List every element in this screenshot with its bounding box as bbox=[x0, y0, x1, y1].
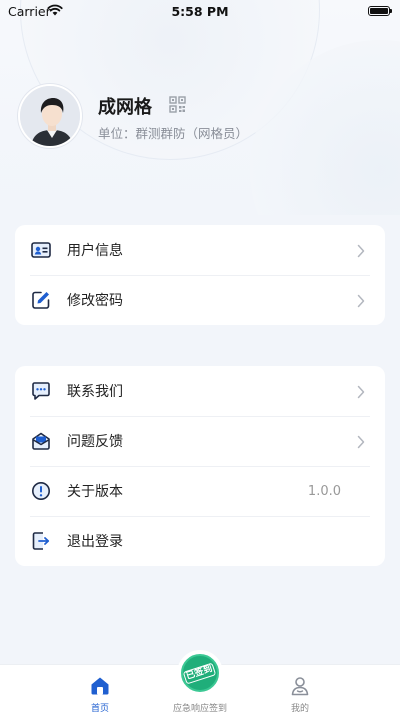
tab-mine[interactable]: 我的 bbox=[260, 665, 340, 712]
menu-item-label: 联系我们 bbox=[67, 384, 123, 400]
checkin-badge-text: 已签到 bbox=[183, 662, 217, 684]
menu-item-label: 修改密码 bbox=[67, 293, 123, 309]
menu-item-label: 关于版本 bbox=[67, 484, 123, 500]
avatar[interactable] bbox=[18, 84, 82, 148]
logout-icon bbox=[31, 531, 51, 551]
chevron-right-icon bbox=[357, 384, 365, 399]
info-icon bbox=[31, 481, 51, 501]
status-bar: Carrier 5:58 PM bbox=[0, 0, 400, 22]
mail-icon bbox=[31, 431, 51, 451]
chevron-right-icon bbox=[357, 434, 365, 449]
chat-icon bbox=[31, 381, 51, 401]
qr-code-icon[interactable] bbox=[169, 96, 186, 113]
version-value: 1.0.0 bbox=[307, 483, 341, 499]
tab-home[interactable]: 首页 bbox=[60, 665, 140, 712]
checked-in-stamp-button[interactable]: 已签到 bbox=[177, 650, 223, 696]
menu-item-change-password[interactable]: 修改密码 bbox=[15, 275, 385, 325]
profile-unit: 单位：群测群防（网格员） bbox=[98, 126, 249, 141]
battery-icon bbox=[368, 6, 392, 16]
account-menu-card: 用户信息 修改密码 bbox=[15, 225, 385, 325]
support-menu-card: 联系我们 问题反馈 关于版本 1.0.0 退出登录 bbox=[15, 366, 385, 566]
menu-item-logout[interactable]: 退出登录 bbox=[15, 516, 385, 566]
menu-item-about-version[interactable]: 关于版本 1.0.0 bbox=[15, 466, 385, 516]
menu-item-label: 问题反馈 bbox=[67, 434, 123, 450]
chevron-right-icon bbox=[357, 293, 365, 308]
menu-item-contact-us[interactable]: 联系我们 bbox=[15, 366, 385, 416]
tab-home-label: 首页 bbox=[90, 704, 109, 712]
clock: 5:58 PM bbox=[171, 4, 229, 19]
menu-item-label: 退出登录 bbox=[67, 534, 123, 550]
menu-item-user-info[interactable]: 用户信息 bbox=[15, 225, 385, 275]
menu-item-feedback[interactable]: 问题反馈 bbox=[15, 416, 385, 466]
tab-mine-label: 我的 bbox=[290, 704, 309, 712]
tab-checkin-label: 应急响应签到 bbox=[172, 704, 227, 712]
menu-item-label: 用户信息 bbox=[67, 243, 123, 259]
checked-in-stamp-icon: 已签到 bbox=[181, 654, 219, 692]
chevron-right-icon bbox=[357, 243, 365, 258]
edit-icon bbox=[31, 290, 51, 310]
home-icon bbox=[89, 675, 111, 697]
profile-name: 成网格 bbox=[98, 97, 152, 118]
user-icon bbox=[289, 675, 311, 697]
id-card-icon bbox=[31, 240, 51, 260]
